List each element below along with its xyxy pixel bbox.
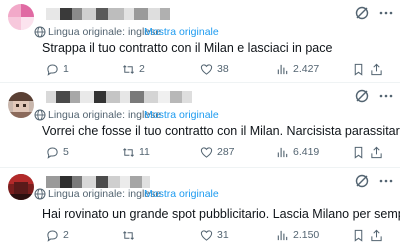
avatar[interactable] [8,92,34,118]
avatar[interactable] [8,174,34,200]
like-button[interactable]: 38 [200,62,229,76]
more-icon[interactable] [378,88,394,104]
tweet[interactable]: Lingua originale: inglese Mostra origina… [0,83,400,167]
tweet-text: Strappa il tuo contratto con il Milan e … [42,41,333,55]
grok-icon[interactable] [354,88,370,104]
share-button[interactable] [370,62,383,76]
reply-count: 5 [63,146,69,158]
tweet[interactable]: Lingua originale: inglese Mostra origina… [0,168,400,250]
tweet-actions: 5 11 287 6.419 [46,145,382,159]
like-count: 287 [217,146,235,158]
reply-button[interactable]: 2 [46,228,69,242]
bookmark-button[interactable] [352,228,365,242]
views-icon [277,147,288,157]
avatar[interactable] [8,4,34,30]
reply-button[interactable]: 5 [46,145,69,159]
grok-icon[interactable] [354,5,370,21]
repost-button[interactable]: 2 [122,62,145,76]
tweet-actions: 2 31 2.150 [46,228,382,242]
repost-icon [123,230,134,240]
share-icon [371,146,382,158]
share-icon [371,63,382,75]
reply-icon [47,147,58,159]
bookmark-icon [354,63,363,76]
repost-count: 11 [139,146,150,158]
more-icon[interactable] [378,5,394,21]
reply-button[interactable]: 1 [46,62,69,76]
views-icon [277,230,288,240]
views-button[interactable]: 6.419 [276,145,319,159]
bookmark-button[interactable] [352,145,365,159]
bookmark-button[interactable] [352,62,365,76]
user-name-blurred[interactable] [46,91,192,103]
tweet[interactable]: Lingua originale: inglese Mostra origina… [0,0,400,82]
share-button[interactable] [370,145,383,159]
show-original-link[interactable]: Mostra originale [144,109,219,121]
show-original-link[interactable]: Mostra originale [144,188,219,200]
like-button[interactable]: 31 [200,228,229,242]
repost-icon [123,147,134,157]
globe-icon [34,109,46,121]
tweet-actions: 1 2 38 2.427 [46,62,382,76]
share-button[interactable] [370,228,383,242]
like-count: 38 [217,63,229,75]
views-button[interactable]: 2.427 [276,62,319,76]
like-count: 31 [217,229,229,241]
tweet-text: Vorrei che fosse il tuo contratto con il… [42,124,400,138]
like-icon [200,229,213,241]
reply-icon [47,230,58,242]
bookmark-icon [354,229,363,242]
share-icon [371,229,382,241]
repost-button[interactable] [122,228,139,242]
globe-icon [34,26,46,38]
like-icon [200,63,213,75]
tweet-text: Hai rovinato un grande spot pubblicitari… [42,207,400,221]
reply-icon [47,64,58,76]
repost-icon [123,64,134,74]
reply-count: 1 [63,63,69,75]
views-icon [277,64,288,74]
view-count: 6.419 [293,146,320,158]
globe-icon [34,188,46,200]
like-icon [200,146,213,158]
views-button[interactable]: 2.150 [276,228,319,242]
user-name-blurred[interactable] [46,8,170,20]
view-count: 2.150 [293,229,320,241]
like-button[interactable]: 287 [200,145,235,159]
bookmark-icon [354,146,363,159]
reply-count: 2 [63,229,69,241]
show-original-link[interactable]: Mostra originale [144,26,219,38]
repost-button[interactable]: 11 [122,145,150,159]
user-name-blurred[interactable] [46,176,150,188]
view-count: 2.427 [293,63,320,75]
repost-count: 2 [139,63,145,75]
more-icon[interactable] [378,173,394,189]
grok-icon[interactable] [354,173,370,189]
